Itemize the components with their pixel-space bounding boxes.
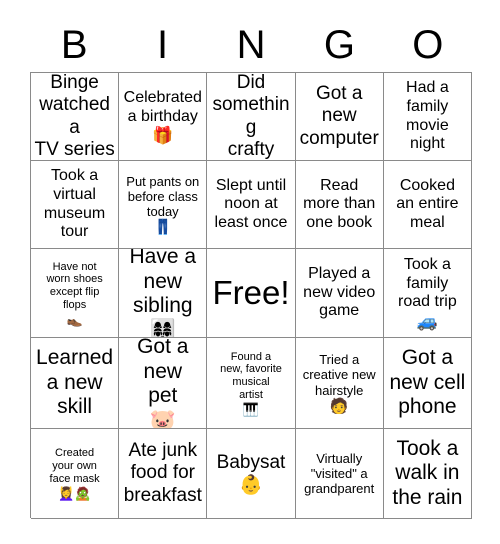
bingo-header-letter-g: G bbox=[323, 23, 355, 67]
bingo-cell-label: Have a new sibling bbox=[129, 249, 197, 318]
bingo-cell-r1-c2[interactable]: Celebrated a birthday 🎁 bbox=[119, 73, 208, 161]
bingo-cell-label: Found a new, favorite musical artist bbox=[220, 350, 282, 401]
bingo-cell-label: Babysat bbox=[216, 452, 286, 474]
bingo-cell-label: Virtually "visited" a grandparent bbox=[304, 450, 375, 497]
bingo-cell-label: Played a new video game bbox=[303, 265, 376, 320]
bingo-cell-r1-c5[interactable]: Had a family movie night bbox=[383, 73, 472, 161]
bingo-cell-r2-c3[interactable]: Slept until noon at least once bbox=[207, 161, 296, 249]
bingo-cell-label: Took a walk in the rain bbox=[392, 436, 463, 509]
bingo-cell-r2-c1[interactable]: Took a virtual museum tour bbox=[31, 161, 120, 249]
bingo-cell-r5-c1[interactable]: Created your own face mask 💆‍♀️🧟 bbox=[31, 429, 120, 519]
bingo-cell-label: Cooked an entire meal bbox=[396, 176, 459, 231]
bingo-cell-r2-c2[interactable]: Put pants on before class today 👖 bbox=[119, 161, 208, 249]
bingo-header-letter-o: O bbox=[412, 23, 444, 67]
bingo-header: BINGO bbox=[30, 18, 472, 72]
bingo-grid: Binge watched a TV series Celebrated a bi… bbox=[30, 72, 472, 519]
bingo-cell-label: Had a family movie night bbox=[406, 79, 449, 153]
bingo-cell-r4-c5[interactable]: Got a new cell phone bbox=[383, 338, 472, 429]
bingo-cell-r3-c5[interactable]: Took a family road trip 🚙 bbox=[383, 249, 472, 338]
bingo-cell-r5-c5[interactable]: Took a walk in the rain bbox=[383, 429, 472, 519]
bingo-header-letter-b: B bbox=[60, 23, 88, 67]
bingo-cell-r1-c4[interactable]: Got a new computer bbox=[295, 73, 384, 161]
bingo-cell-r3-c1[interactable]: Have not worn shoes except flip flops 👞 bbox=[31, 249, 120, 338]
bingo-cell-label: Tried a creative new hairstyle bbox=[302, 352, 376, 398]
bingo-cell-label: Slept until noon at least once bbox=[214, 176, 288, 231]
bingo-cell-label: Read more than one book bbox=[303, 176, 376, 231]
bingo-cell-label: Free! bbox=[212, 273, 290, 311]
bingo-cell-label: Got a new computer bbox=[299, 83, 379, 149]
face-massage-and-zombie-emoji: 💆‍♀️🧟 bbox=[58, 485, 91, 501]
wrapped-gift-emoji: 🎁 bbox=[152, 126, 174, 146]
bingo-cell-r4-c2[interactable]: Got a new pet 🐷 bbox=[119, 338, 208, 429]
bingo-cell-label: Celebrated a birthday bbox=[123, 88, 202, 125]
bingo-cell-r3-c4[interactable]: Played a new video game bbox=[295, 249, 384, 338]
bingo-cell-label: Got a new pet bbox=[137, 338, 189, 408]
bingo-free-cell[interactable]: Free! bbox=[207, 249, 296, 338]
bingo-cell-label: Took a family road trip bbox=[398, 256, 457, 311]
bingo-header-letter-n: N bbox=[236, 23, 266, 67]
bingo-cell-label: Binge watched a TV series bbox=[34, 73, 115, 160]
bingo-header-letter-i: I bbox=[157, 23, 169, 67]
bingo-cell-r4-c3[interactable]: Found a new, favorite musical artist 🎹 bbox=[207, 338, 296, 429]
bingo-cell-r3-c2[interactable]: Have a new sibling 👩‍👩‍👧‍👧 bbox=[119, 249, 208, 338]
bingo-cell-label: Learned a new skill bbox=[36, 346, 114, 419]
family-emoji: 👩‍👩‍👧‍👧 bbox=[149, 318, 176, 338]
bingo-cell-r5-c2[interactable]: Ate junk food for breakfast bbox=[119, 429, 208, 519]
jeans-emoji: 👖 bbox=[153, 219, 173, 237]
person-emoji: 🧑 bbox=[329, 397, 349, 415]
bingo-cell-label: Ate junk food for breakfast bbox=[123, 440, 202, 506]
pig-face-emoji: 🐷 bbox=[149, 408, 176, 429]
baby-emoji: 👶 bbox=[239, 474, 263, 496]
bingo-cell-label: Put pants on before class today bbox=[126, 173, 200, 220]
bingo-cell-r4-c4[interactable]: Tried a creative new hairstyle 🧑 bbox=[295, 338, 384, 429]
bingo-cell-label: Got a new cell phone bbox=[389, 346, 466, 419]
bingo-cell-label: Took a virtual museum tour bbox=[43, 167, 106, 241]
bingo-cell-r5-c3[interactable]: Babysat 👶 bbox=[207, 429, 296, 519]
musical-keyboard-emoji: 🎹 bbox=[242, 401, 260, 417]
bingo-cell-label: Did something crafty bbox=[212, 73, 290, 160]
bingo-cell-r4-c1[interactable]: Learned a new skill bbox=[31, 338, 120, 429]
recreational-vehicle-emoji: 🚙 bbox=[416, 311, 438, 331]
mans-shoe-emoji: 👞 bbox=[66, 311, 83, 327]
bingo-cell-r2-c5[interactable]: Cooked an entire meal bbox=[383, 161, 472, 249]
bingo-cell-r2-c4[interactable]: Read more than one book bbox=[295, 161, 384, 249]
bingo-cell-r1-c3[interactable]: Did something crafty bbox=[207, 73, 296, 161]
bingo-cell-r5-c4[interactable]: Virtually "visited" a grandparent bbox=[295, 429, 384, 519]
bingo-cell-label: Created your own face mask bbox=[49, 447, 100, 485]
bingo-cell-r1-c1[interactable]: Binge watched a TV series bbox=[31, 73, 120, 161]
bingo-card: B I N G O Binge watched a TV series Celebrate… bbox=[0, 0, 500, 544]
bingo-cell-label: Have not worn shoes except flip flops bbox=[46, 260, 103, 311]
